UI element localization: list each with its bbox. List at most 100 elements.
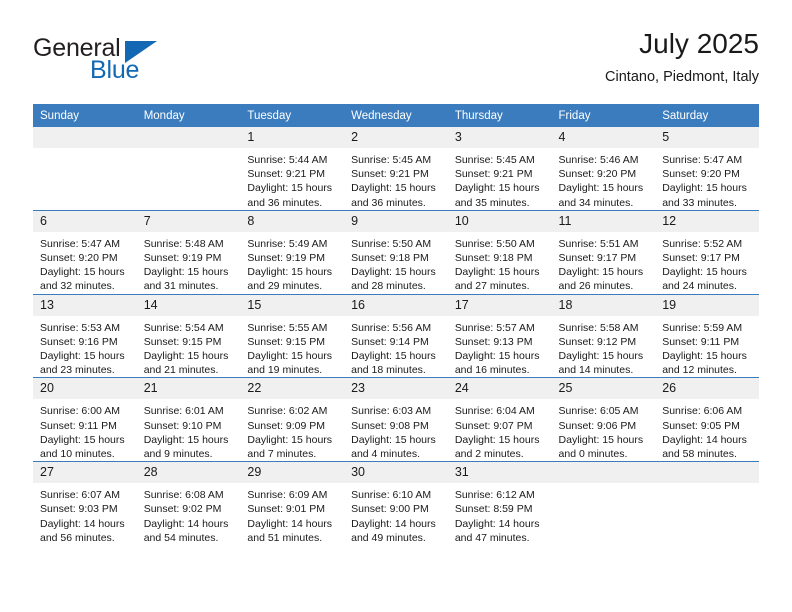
day-info-line: Sunset: 9:14 PM xyxy=(351,335,429,348)
calendar-day-cell[interactable]: 3 Sunrise: 5:45 AM Sunset: 9:21 PM Daylight… xyxy=(447,127,552,211)
calendar-day-cell[interactable]: 4 Sunrise: 5:46 AM Sunset: 9:20 PM Daylight… xyxy=(551,127,656,211)
day-info-line: Daylight: 15 hours xyxy=(247,433,333,446)
day-sun-info: Sunrise: 5:59 AM Sunset: 9:11 PM Daylight:… xyxy=(655,316,759,378)
calendar-day-cell[interactable]: 11 Sunrise: 5:51 AM Sunset: 9:17 PM Dayligh… xyxy=(551,209,656,295)
day-number: 23 xyxy=(344,378,448,400)
day-info-line: Sunset: 9:10 PM xyxy=(143,419,222,432)
day-number: 18 xyxy=(551,294,656,316)
day-info-line: Daylight: 15 hours xyxy=(662,350,747,363)
day-number: 17 xyxy=(447,294,552,316)
weekday-header-thursday: Thursday xyxy=(447,104,552,127)
day-number: 22 xyxy=(240,378,345,400)
calendar-day-cell[interactable]: 23 Sunrise: 6:03 AM Sunset: 9:08 PM Dayligh… xyxy=(344,377,448,462)
day-info-line: Sunrise: 6:06 AM xyxy=(662,405,743,418)
day-sun-info xyxy=(655,483,759,488)
day-sun-info: Sunrise: 5:50 AM Sunset: 9:18 PM Daylight:… xyxy=(448,232,552,294)
day-info-line: Daylight: 15 hours xyxy=(40,266,125,279)
day-info-line: Daylight: 15 hours xyxy=(143,433,229,446)
calendar-day-cell[interactable]: 13 Sunrise: 5:53 AM Sunset: 9:16 PM Dayligh… xyxy=(33,293,137,378)
calendar-day-cell[interactable]: 27 Sunrise: 6:07 AM Sunset: 9:03 PM Dayligh… xyxy=(33,461,137,546)
day-number xyxy=(551,462,656,484)
calendar-day-cell[interactable]: 6 Sunrise: 5:47 AM Sunset: 9:20 PM Daylight… xyxy=(33,209,137,295)
day-info-line: Daylight: 14 hours xyxy=(454,517,540,530)
calendar-day-cell[interactable]: 31 Sunrise: 6:12 AM Sunset: 8:59 PM Dayligh… xyxy=(447,461,552,546)
day-info-line: Daylight: 15 hours xyxy=(662,266,747,279)
day-info-line: and 29 minutes. xyxy=(247,280,323,293)
calendar-day-cell[interactable]: 5 Sunrise: 5:47 AM Sunset: 9:20 PM Daylight… xyxy=(655,127,759,211)
calendar-day-cell[interactable]: 10 Sunrise: 5:50 AM Sunset: 9:18 PM Dayligh… xyxy=(447,209,552,295)
day-sun-info: Sunrise: 5:50 AM Sunset: 9:18 PM Daylight:… xyxy=(344,232,448,294)
day-info-line: Daylight: 14 hours xyxy=(143,517,229,530)
calendar-day-cell[interactable]: 22 Sunrise: 6:02 AM Sunset: 9:09 PM Dayligh… xyxy=(240,377,345,462)
calendar-day-cell[interactable]: 24 Sunrise: 6:04 AM Sunset: 9:07 PM Dayligh… xyxy=(447,377,552,462)
day-info-line: Sunrise: 6:00 AM xyxy=(40,405,120,418)
day-info-line: Daylight: 15 hours xyxy=(662,182,747,195)
day-info-line: and 28 minutes. xyxy=(351,280,426,293)
calendar-day-cell[interactable]: 20 Sunrise: 6:00 AM Sunset: 9:11 PM Dayligh… xyxy=(33,377,137,462)
calendar-day-cell[interactable]: 29 Sunrise: 6:09 AM Sunset: 9:01 PM Dayligh… xyxy=(240,461,345,546)
day-info-line: Sunrise: 5:50 AM xyxy=(454,237,535,250)
weekday-header-friday: Friday xyxy=(551,104,656,127)
calendar-day-cell[interactable]: 12 Sunrise: 5:52 AM Sunset: 9:17 PM Dayligh… xyxy=(655,209,759,295)
day-info-line: Sunset: 9:21 PM xyxy=(247,168,326,181)
day-info-line: Daylight: 14 hours xyxy=(40,517,125,530)
day-info-line: Sunrise: 6:04 AM xyxy=(454,405,535,418)
page-title: July 2025 xyxy=(639,28,759,59)
day-info-line: Sunrise: 6:01 AM xyxy=(143,405,224,418)
calendar-header-row: Sunday Monday Tuesday Wednesday Thursday Frid… xyxy=(33,104,759,127)
calendar-day-cell[interactable]: 26 Sunrise: 6:06 AM Sunset: 9:05 PM Dayligh… xyxy=(655,377,759,462)
day-info-line: Sunset: 9:13 PM xyxy=(454,335,533,348)
day-number: 11 xyxy=(551,210,656,232)
calendar-day-cell[interactable]: 30 Sunrise: 6:10 AM Sunset: 9:00 PM Dayligh… xyxy=(344,461,448,546)
day-info-line: Daylight: 15 hours xyxy=(247,182,333,195)
calendar-day-cell-empty xyxy=(551,461,656,546)
calendar-day-cell[interactable]: 16 Sunrise: 5:56 AM Sunset: 9:14 PM Dayligh… xyxy=(344,293,448,378)
day-info-line: Sunrise: 5:46 AM xyxy=(558,154,639,166)
day-sun-info: Sunrise: 6:07 AM Sunset: 9:03 PM Daylight:… xyxy=(33,483,137,545)
calendar-day-cell[interactable]: 15 Sunrise: 5:55 AM Sunset: 9:15 PM Dayligh… xyxy=(240,293,345,378)
day-info-line: and 16 minutes. xyxy=(454,364,530,377)
day-sun-info: Sunrise: 6:03 AM Sunset: 9:08 PM Daylight:… xyxy=(344,399,448,461)
calendar-day-cell[interactable]: 9 Sunrise: 5:50 AM Sunset: 9:18 PM Daylight… xyxy=(344,209,448,295)
day-info-line: Daylight: 14 hours xyxy=(247,517,333,530)
day-info-line: Sunset: 9:09 PM xyxy=(247,419,326,432)
calendar-day-cell[interactable]: 21 Sunrise: 6:01 AM Sunset: 9:10 PM Dayligh… xyxy=(136,377,241,462)
calendar-week-row: 1 Sunrise: 5:44 AM Sunset: 9:21 PM Daylight… xyxy=(33,127,759,211)
calendar-day-cell[interactable]: 7 Sunrise: 5:48 AM Sunset: 9:19 PM Daylight… xyxy=(136,209,241,295)
weekday-headers: Sunday Monday Tuesday Wednesday Thursday Frid… xyxy=(33,104,759,127)
weekday-header-monday: Monday xyxy=(136,104,241,127)
calendar-day-cell[interactable]: 18 Sunrise: 5:58 AM Sunset: 9:12 PM Dayligh… xyxy=(551,293,656,378)
day-info-line: Sunset: 9:03 PM xyxy=(40,503,118,516)
day-info-line: Sunset: 9:18 PM xyxy=(351,252,429,265)
calendar-day-cell[interactable]: 28 Sunrise: 6:08 AM Sunset: 9:02 PM Dayligh… xyxy=(136,461,241,546)
day-sun-info: Sunrise: 6:09 AM Sunset: 9:01 PM Daylight:… xyxy=(240,483,344,545)
day-info-line: Sunrise: 5:55 AM xyxy=(247,321,328,334)
calendar-day-cell[interactable]: 17 Sunrise: 5:57 AM Sunset: 9:13 PM Dayligh… xyxy=(447,293,552,378)
day-info-line: Sunrise: 5:49 AM xyxy=(247,237,328,250)
calendar-day-cell[interactable]: 19 Sunrise: 5:59 AM Sunset: 9:11 PM Dayligh… xyxy=(655,293,759,378)
day-info-line: and 26 minutes. xyxy=(558,280,634,293)
day-info-line: and 36 minutes. xyxy=(351,196,426,209)
day-number: 29 xyxy=(240,462,345,484)
calendar-body: 1 Sunrise: 5:44 AM Sunset: 9:21 PM Daylight… xyxy=(33,127,759,546)
day-number: 25 xyxy=(551,378,656,400)
calendar-day-cell-empty xyxy=(33,127,137,211)
day-info-line: Sunrise: 5:51 AM xyxy=(558,237,639,250)
calendar-day-cell[interactable]: 2 Sunrise: 5:45 AM Sunset: 9:21 PM Daylight… xyxy=(344,127,448,211)
calendar-day-cell[interactable]: 14 Sunrise: 5:54 AM Sunset: 9:15 PM Dayligh… xyxy=(136,293,241,378)
calendar-day-cell[interactable]: 25 Sunrise: 6:05 AM Sunset: 9:06 PM Dayligh… xyxy=(551,377,656,462)
day-number: 13 xyxy=(33,294,137,316)
day-info-line: and 31 minutes. xyxy=(143,280,219,293)
calendar-day-cell[interactable]: 8 Sunrise: 5:49 AM Sunset: 9:19 PM Daylight… xyxy=(240,209,345,295)
day-sun-info xyxy=(33,148,137,153)
day-sun-info: Sunrise: 6:02 AM Sunset: 9:09 PM Daylight:… xyxy=(240,399,344,461)
day-info-line: and 58 minutes. xyxy=(662,448,737,461)
day-sun-info: Sunrise: 6:04 AM Sunset: 9:07 PM Daylight:… xyxy=(448,399,552,461)
day-info-line: Sunset: 9:12 PM xyxy=(558,335,637,348)
calendar-day-cell[interactable]: 1 Sunrise: 5:44 AM Sunset: 9:21 PM Daylight… xyxy=(240,127,345,211)
day-number: 5 xyxy=(655,127,759,148)
day-number: 8 xyxy=(240,210,345,232)
day-number xyxy=(655,462,759,484)
day-info-line: Sunrise: 5:48 AM xyxy=(143,237,224,250)
day-sun-info: Sunrise: 5:56 AM Sunset: 9:14 PM Daylight:… xyxy=(344,316,448,378)
